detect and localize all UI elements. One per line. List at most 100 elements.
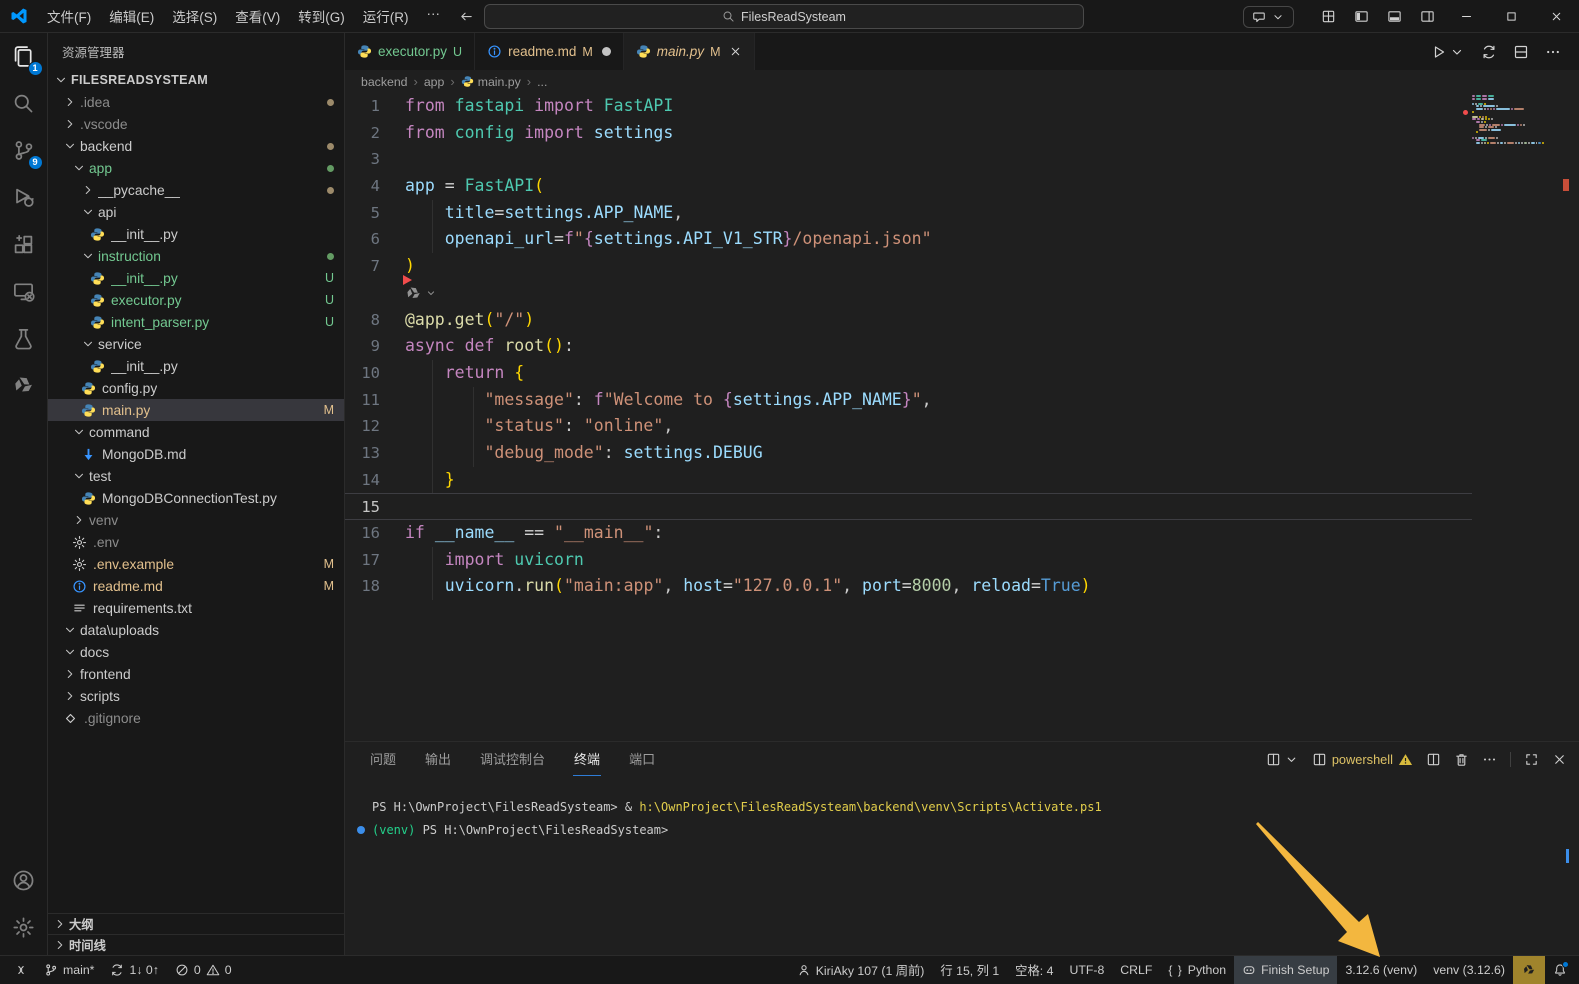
- tree-item-backend[interactable]: backend: [48, 135, 344, 157]
- code-editor[interactable]: 1from fastapi import FastAPI2from config…: [345, 93, 1579, 741]
- status-remote[interactable]: [6, 956, 36, 984]
- status-problems[interactable]: 00: [167, 956, 240, 984]
- breadcrumb-item[interactable]: ...: [537, 75, 547, 89]
- tree-item-test[interactable]: test: [48, 465, 344, 487]
- status-indentation[interactable]: 空格: 4: [1007, 956, 1061, 984]
- menu-edit[interactable]: 编辑(E): [100, 2, 163, 30]
- minimize-button[interactable]: [1444, 0, 1489, 33]
- customize-layout-icon[interactable]: [1321, 9, 1336, 24]
- tree-item-requirements.txt[interactable]: requirements.txt: [48, 597, 344, 619]
- activity-ai-extension[interactable]: [0, 362, 48, 409]
- status-python-interpreter[interactable]: 3.12.6 (venv): [1337, 956, 1425, 984]
- activity-settings[interactable]: [0, 904, 48, 951]
- tree-item-frontend[interactable]: frontend: [48, 663, 344, 685]
- breadcrumb-item[interactable]: main.py: [461, 75, 521, 89]
- tab-readme-md[interactable]: readme.mdM: [475, 33, 624, 70]
- activity-accounts[interactable]: [0, 857, 48, 904]
- status-venv-version[interactable]: venv (3.12.6): [1425, 956, 1513, 984]
- activity-run-debug[interactable]: [0, 174, 48, 221]
- tree-item-config.py[interactable]: config.py: [48, 377, 344, 399]
- status-eol[interactable]: CRLF: [1112, 956, 1160, 984]
- activity-testing[interactable]: [0, 315, 48, 362]
- tree-item-data-uploads[interactable]: data\uploads: [48, 619, 344, 641]
- more-terminal-actions-icon[interactable]: [1482, 752, 1497, 767]
- status-gitlens-blame[interactable]: KiriAky 107 (1 周前): [789, 956, 933, 984]
- status-cursor-position[interactable]: 行 15, 列 1: [932, 956, 1007, 984]
- tree-item-.env.example[interactable]: .env.exampleM: [48, 553, 344, 575]
- tree-item-docs[interactable]: docs: [48, 641, 344, 663]
- tree-item-.env[interactable]: .env: [48, 531, 344, 553]
- tree-item-.idea[interactable]: .idea: [48, 91, 344, 113]
- tree-item-.vscode[interactable]: .vscode: [48, 113, 344, 135]
- toggle-primary-sidebar-icon[interactable]: [1354, 9, 1369, 24]
- split-editor-button[interactable]: [1513, 44, 1529, 60]
- status-copilot-finish-setup[interactable]: Finish Setup: [1234, 956, 1337, 984]
- tree-item-__pycache__[interactable]: __pycache__: [48, 179, 344, 201]
- menu-run[interactable]: 运行(R): [354, 2, 418, 30]
- tree-item-scripts[interactable]: scripts: [48, 685, 344, 707]
- menu-selection[interactable]: 选择(S): [163, 2, 226, 30]
- status-encoding[interactable]: UTF-8: [1061, 956, 1112, 984]
- command-center-search[interactable]: FilesReadSysteam: [484, 4, 1084, 29]
- copilot-chat-button[interactable]: [1243, 6, 1294, 28]
- close-panel-button[interactable]: [1552, 752, 1567, 767]
- maximize-panel-button[interactable]: [1524, 752, 1539, 767]
- toggle-panel-icon[interactable]: [1387, 9, 1402, 24]
- tree-item-executor.py[interactable]: executor.pyU: [48, 289, 344, 311]
- tree-item-__init__.py[interactable]: __init__.pyU: [48, 267, 344, 289]
- breadcrumb-item[interactable]: backend: [361, 75, 408, 89]
- status-ai-extension-status[interactable]: [1513, 956, 1545, 984]
- section-outline[interactable]: 大纲: [48, 913, 344, 934]
- panel-tab-output[interactable]: 输出: [424, 742, 452, 776]
- panel-tab-ports[interactable]: 端口: [628, 742, 656, 776]
- menu-more[interactable]: ···: [418, 2, 450, 30]
- more-actions-button[interactable]: [1545, 44, 1561, 60]
- close-button[interactable]: [1534, 0, 1579, 33]
- tree-item-readme.md[interactable]: readme.mdM: [48, 575, 344, 597]
- tree-item-api[interactable]: api: [48, 201, 344, 223]
- terminal-content[interactable]: PS H:\OwnProject\FilesReadSysteam> & h:\…: [345, 776, 1579, 842]
- tab-main-py[interactable]: main.pyM: [624, 33, 756, 70]
- activity-remote-explorer[interactable]: [0, 268, 48, 315]
- terminal-instance-powershell[interactable]: powershell: [1312, 752, 1413, 767]
- new-terminal-button[interactable]: [1266, 752, 1299, 767]
- panel-tab-problems[interactable]: 问题: [369, 742, 397, 776]
- minimap[interactable]: [1472, 95, 1545, 144]
- tree-item-app[interactable]: app: [48, 157, 344, 179]
- tree-item-mongodbconnectiontest.py[interactable]: MongoDBConnectionTest.py: [48, 487, 344, 509]
- maximize-button[interactable]: [1489, 0, 1534, 33]
- status-language-mode[interactable]: { }Python: [1160, 956, 1234, 984]
- tree-item-__init__.py[interactable]: __init__.py: [48, 355, 344, 377]
- panel-tab-debug-console[interactable]: 调试控制台: [479, 742, 546, 776]
- tab-executor-py[interactable]: executor.pyU: [345, 33, 475, 70]
- compare-changes-button[interactable]: [1481, 44, 1497, 60]
- close-tab-icon[interactable]: [729, 45, 742, 58]
- activity-source-control[interactable]: 9: [0, 127, 48, 174]
- run-file-button[interactable]: [1431, 44, 1465, 60]
- kill-terminal-button[interactable]: [1454, 752, 1469, 767]
- back-button[interactable]: [459, 9, 474, 24]
- tree-item-service[interactable]: service: [48, 333, 344, 355]
- activity-extensions[interactable]: [0, 221, 48, 268]
- tree-item-instruction[interactable]: instruction: [48, 245, 344, 267]
- panel-tab-terminal[interactable]: 终端: [573, 742, 601, 776]
- tree-item-filesreadsysteam[interactable]: FILESREADSYSTEAM: [48, 69, 344, 91]
- tree-item-__init__.py[interactable]: __init__.py: [48, 223, 344, 245]
- tree-item-main.py[interactable]: main.pyM: [48, 399, 344, 421]
- tree-item-mongodb.md[interactable]: MongoDB.md: [48, 443, 344, 465]
- status-sync[interactable]: 1↓ 0↑: [102, 956, 166, 984]
- toggle-secondary-sidebar-icon[interactable]: [1420, 9, 1435, 24]
- tree-item-command[interactable]: command: [48, 421, 344, 443]
- split-terminal-button[interactable]: [1426, 752, 1441, 767]
- breadcrumb-item[interactable]: app: [424, 75, 445, 89]
- tree-item-intent_parser.py[interactable]: intent_parser.pyU: [48, 311, 344, 333]
- activity-explorer[interactable]: 1: [0, 33, 48, 80]
- activity-search[interactable]: [0, 80, 48, 127]
- menu-file[interactable]: 文件(F): [38, 2, 100, 30]
- tree-item-venv[interactable]: venv: [48, 509, 344, 531]
- menu-view[interactable]: 查看(V): [226, 2, 289, 30]
- tree-item-.gitignore[interactable]: .gitignore: [48, 707, 344, 729]
- status-notifications[interactable]: [1545, 956, 1575, 984]
- menu-go[interactable]: 转到(G): [289, 2, 354, 30]
- status-branch[interactable]: main*: [36, 956, 102, 984]
